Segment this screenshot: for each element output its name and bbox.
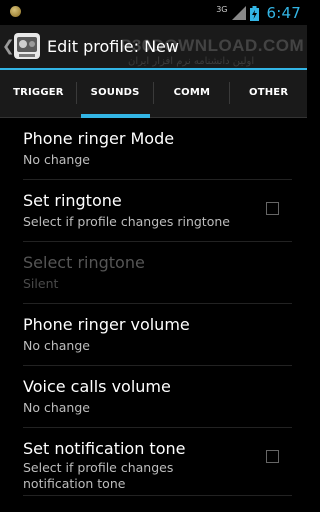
tab-label: COMM [173, 87, 211, 98]
watermark: P30DOWNLOAD.COM [120, 36, 305, 55]
tab-label: OTHER [249, 87, 289, 98]
tab-comm[interactable]: COMM [154, 70, 231, 117]
pref-title: Phone ringer volume [23, 315, 190, 334]
pref-summary: No change [23, 400, 90, 415]
set-notification-tone-checkbox[interactable] [266, 450, 279, 463]
pref-set-notification-tone[interactable]: Set notification tone Select if profile … [23, 428, 292, 496]
tab-bar: TRIGGER SOUNDS COMM OTHER [0, 70, 307, 118]
app-icon[interactable] [13, 32, 41, 60]
tab-other[interactable]: OTHER [230, 70, 307, 117]
status-icons: 3G 6:47 [216, 3, 301, 23]
pref-title: Phone ringer Mode [23, 129, 175, 148]
pref-voice-calls-volume[interactable]: Voice calls volume No change [23, 366, 292, 428]
set-ringtone-checkbox[interactable] [266, 202, 279, 215]
pref-phone-ringer-volume[interactable]: Phone ringer volume No change [23, 304, 292, 366]
clock: 6:47 [266, 4, 301, 22]
pref-summary: Select if profile changes ringtone [23, 214, 230, 229]
pref-summary: No change [23, 338, 90, 353]
tab-label: SOUNDS [90, 87, 140, 98]
pref-title: Voice calls volume [23, 377, 171, 396]
status-bar: 3G 6:47 [0, 0, 307, 25]
pref-set-ringtone[interactable]: Set ringtone Select if profile changes r… [23, 180, 292, 242]
preference-list: Phone ringer Mode No change Set ringtone… [0, 118, 307, 496]
network-type: 3G [216, 4, 228, 14]
watermark-subtitle: اولین دانشنامه نرم افزار ایران [128, 56, 255, 67]
pref-title: Select ringtone [23, 253, 145, 272]
pref-summary: Select if profile changes notification t… [23, 460, 174, 491]
pref-summary: No change [23, 152, 90, 167]
tab-label: TRIGGER [13, 87, 64, 98]
pref-title: Set notification tone [23, 439, 186, 458]
battery-charging-icon [249, 5, 259, 21]
notification-icon [10, 6, 21, 17]
action-bar: ❮ Edit profile: New P30DOWNLOAD.COM اولی… [0, 25, 307, 70]
pref-summary: Silent [23, 276, 59, 291]
pref-title: Set ringtone [23, 191, 122, 210]
pref-phone-ringer-mode[interactable]: Phone ringer Mode No change [23, 118, 292, 180]
signal-icon [231, 6, 246, 20]
tab-sounds[interactable]: SOUNDS [77, 70, 154, 118]
pref-select-ringtone: Select ringtone Silent [23, 242, 292, 304]
tab-trigger[interactable]: TRIGGER [0, 70, 77, 117]
